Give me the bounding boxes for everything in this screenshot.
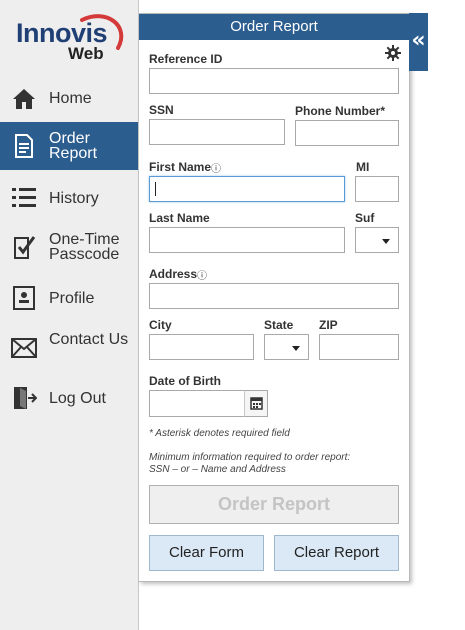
sidebar-item-one-time-passcode[interactable]: One-Time Passcode xyxy=(0,228,138,268)
sidebar-item-log-out[interactable]: Log Out xyxy=(0,382,138,414)
address-label: Addressⓘ xyxy=(149,267,207,282)
sidebar-item-label: Contact Us xyxy=(49,331,129,348)
innovis-web-logo[interactable]: Innovis Web xyxy=(12,12,128,64)
calendar-icon xyxy=(250,397,263,410)
sidebar-item-label: Log Out xyxy=(49,390,106,407)
mi-input[interactable] xyxy=(355,176,399,202)
date-picker-button[interactable] xyxy=(244,390,268,417)
first-name-label: First Nameⓘ xyxy=(149,160,221,175)
last-name-input[interactable] xyxy=(149,227,345,253)
sidebar-item-history[interactable]: History xyxy=(0,182,138,214)
suffix-label: Suf xyxy=(355,211,375,225)
date-of-birth-input[interactable] xyxy=(149,390,245,417)
first-name-label-text: First Name xyxy=(149,160,212,174)
logo-subtext: Web xyxy=(68,44,104,63)
required-field-note: * Asterisk denotes required field xyxy=(149,428,290,439)
phone-number-input[interactable] xyxy=(295,120,399,146)
chevron-down-icon xyxy=(292,346,300,351)
text-caret xyxy=(155,182,156,196)
sidebar-item-profile[interactable]: Profile xyxy=(0,282,138,314)
ssn-input[interactable] xyxy=(149,119,285,145)
home-icon xyxy=(13,89,35,109)
sidebar-item-label: Profile xyxy=(49,290,95,307)
sidebar-item-label: One-Time Passcode xyxy=(49,231,120,263)
zip-label: ZIP xyxy=(319,318,338,332)
city-input[interactable] xyxy=(149,334,254,360)
sidebar-item-label: Order Report xyxy=(49,130,98,162)
panel-title: Order Report xyxy=(139,14,409,40)
reference-id-input[interactable] xyxy=(149,68,399,94)
sidebar-item-label: History xyxy=(49,190,99,207)
list-icon xyxy=(12,188,36,207)
logout-icon xyxy=(14,387,37,409)
sidebar-item-home[interactable]: Home xyxy=(0,82,138,114)
sidebar-item-order-report[interactable]: Order Report xyxy=(0,122,138,170)
profile-card-icon xyxy=(13,286,35,310)
last-name-label: Last Name xyxy=(149,211,210,225)
address-input[interactable] xyxy=(149,283,399,309)
address-label-text: Address xyxy=(149,267,198,281)
ssn-label: SSN xyxy=(149,103,174,117)
state-label: State xyxy=(264,318,294,332)
date-of-birth-label: Date of Birth xyxy=(149,374,221,388)
phone-number-label: Phone Number* xyxy=(295,104,386,118)
mi-label: MI xyxy=(356,160,370,174)
city-label: City xyxy=(149,318,172,332)
document-icon xyxy=(15,134,33,158)
minimum-info-note-line1: Minimum information required to order re… xyxy=(149,452,351,463)
gear-icon[interactable] xyxy=(385,45,401,61)
first-name-input[interactable] xyxy=(149,176,345,202)
state-select[interactable] xyxy=(264,334,309,360)
help-icon[interactable]: ⓘ xyxy=(197,271,207,282)
sidebar: Innovis Web Home Order Report History On… xyxy=(0,0,139,630)
envelope-icon xyxy=(11,338,37,358)
collapse-panel-button[interactable]: « xyxy=(409,13,428,71)
zip-input[interactable] xyxy=(319,334,399,360)
sidebar-item-label: Home xyxy=(49,90,92,107)
chevron-down-icon xyxy=(382,239,390,244)
minimum-info-note-line2: SSN – or – Name and Address xyxy=(149,464,286,475)
help-icon[interactable]: ⓘ xyxy=(211,164,221,175)
reference-id-label: Reference ID xyxy=(149,52,223,66)
suffix-select[interactable] xyxy=(355,227,399,253)
clear-report-button[interactable]: Clear Report xyxy=(274,535,399,571)
clear-form-button[interactable]: Clear Form xyxy=(149,535,264,571)
checkmark-clipboard-icon xyxy=(14,236,36,259)
sidebar-item-contact-us[interactable]: Contact Us xyxy=(0,328,138,368)
order-report-button[interactable]: Order Report xyxy=(149,485,399,524)
